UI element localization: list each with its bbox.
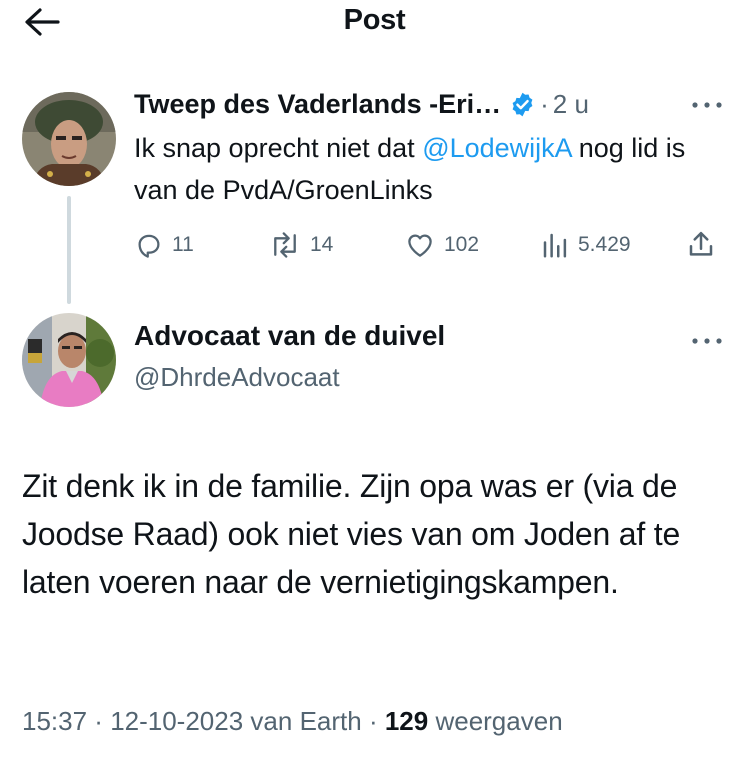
- like-button[interactable]: 102: [404, 225, 479, 265]
- heart-icon: [408, 234, 432, 257]
- post-text-part: Ik snap oprecht niet dat: [134, 133, 423, 163]
- more-horizontal-icon: [692, 338, 722, 344]
- analytics-bars-icon: [543, 233, 567, 258]
- more-options-button[interactable]: [690, 97, 724, 113]
- reply-author-name[interactable]: Advocaat van de duivel: [134, 320, 445, 352]
- post-actions: 11 14 102 5.429: [134, 225, 724, 265]
- repost-button[interactable]: 14: [268, 225, 333, 265]
- view-count: 5.429: [578, 233, 631, 256]
- share-button[interactable]: [686, 225, 716, 265]
- parent-post-header: Tweep des Vaderlands -Eri… · 2 u: [134, 86, 589, 122]
- more-horizontal-icon: [692, 102, 722, 108]
- mention-link[interactable]: @LodewijkA: [422, 133, 571, 163]
- verified-badge-icon: [509, 91, 536, 118]
- reply-button[interactable]: 11: [134, 225, 194, 265]
- views-label: weergaven: [435, 706, 563, 736]
- post-time[interactable]: 2 u: [553, 89, 589, 120]
- avatar[interactable]: [22, 313, 116, 407]
- reply-text: Zit denk ik in de familie. Zijn opa was …: [22, 468, 681, 600]
- reply-author-handle[interactable]: @DhrdeAdvocaat: [134, 362, 340, 393]
- author-name[interactable]: Tweep des Vaderlands -Eri…: [134, 89, 501, 120]
- post-text: Ik snap oprecht niet dat @LodewijkA nog …: [134, 127, 734, 211]
- like-count: 102: [444, 233, 480, 256]
- more-options-button[interactable]: [690, 333, 724, 349]
- post-time[interactable]: 15:37: [22, 706, 87, 736]
- reply-icon: [138, 234, 160, 258]
- repost-icon: [274, 232, 296, 258]
- reply-count: 11: [172, 233, 194, 256]
- share-icon: [689, 231, 713, 256]
- post-date[interactable]: 12-10-2023: [110, 706, 243, 736]
- top-bar: Post: [0, 0, 749, 44]
- views-button[interactable]: 5.429: [540, 225, 631, 265]
- post-meta: 15:37 · 12-10-2023 van Earth · 129 weerg…: [22, 706, 563, 736]
- views-count: 129: [384, 706, 429, 736]
- profile-photo-icon: [22, 92, 116, 186]
- repost-count: 14: [310, 233, 334, 256]
- avatar[interactable]: [22, 92, 116, 186]
- profile-photo-icon: [22, 313, 116, 407]
- time-separator: ·: [540, 88, 549, 119]
- post-source: van Earth: [250, 706, 362, 736]
- page-title: Post: [343, 4, 406, 36]
- thread-connector-line: [67, 196, 71, 304]
